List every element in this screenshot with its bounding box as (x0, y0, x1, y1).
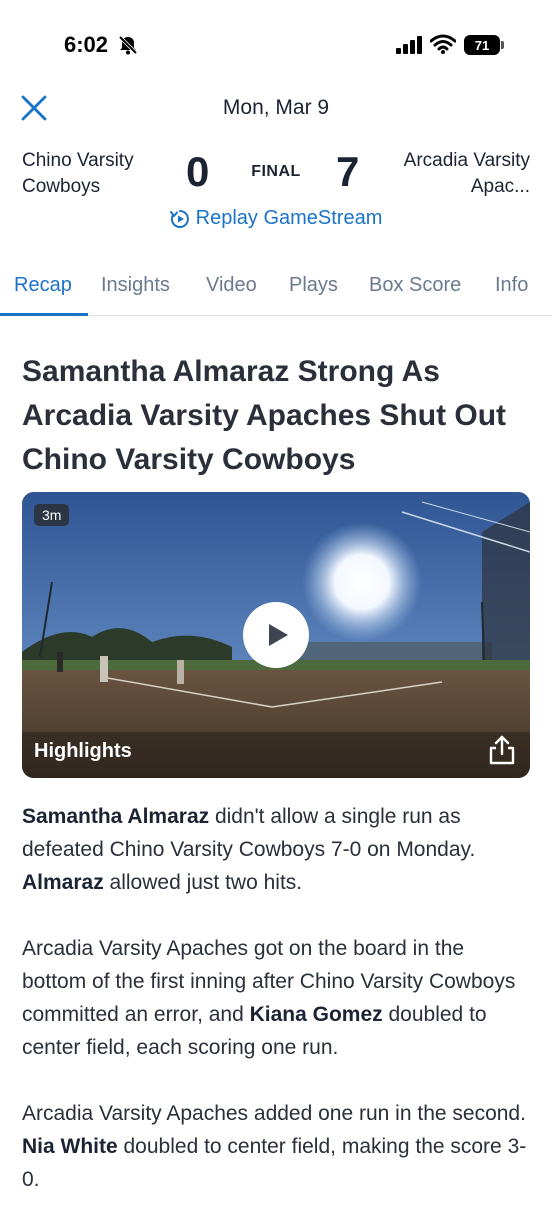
tab-insights[interactable]: Insights (101, 274, 170, 297)
tab-info[interactable]: Info (495, 274, 528, 297)
home-team-score: 0 (186, 148, 210, 195)
tab-box-score[interactable]: Box Score (369, 274, 461, 297)
wifi-icon (430, 34, 456, 54)
battery-indicator: 71 (464, 35, 504, 55)
player-link[interactable]: Samantha Almaraz (22, 805, 209, 828)
article-paragraph: Arcadia Varsity Apaches got on the board… (22, 932, 534, 1064)
replay-icon (169, 209, 189, 228)
tab-video[interactable]: Video (206, 274, 257, 297)
tab-bar: Recap Insights Video Plays Box Score Inf… (0, 262, 552, 316)
paragraph-text: Arcadia Varsity Apaches added one run in… (22, 1102, 526, 1125)
tab-recap[interactable]: Recap (14, 274, 72, 297)
away-team-score: 7 (336, 148, 360, 195)
article-paragraph: Samantha Almaraz didn't allow a single r… (22, 800, 534, 899)
article-headline: Samantha Almaraz Strong As Arcadia Varsi… (22, 355, 507, 476)
battery-level: 71 (464, 35, 500, 55)
tab-plays[interactable]: Plays (289, 274, 338, 297)
replay-gamestream-link[interactable]: Replay GameStream (0, 207, 552, 230)
player-link[interactable]: Nia White (22, 1135, 118, 1158)
home-team-name[interactable]: Chino Varsity Cowboys (22, 148, 182, 200)
clock: 6:02 (64, 32, 109, 57)
battery-cap (501, 41, 504, 49)
player-link[interactable]: Almaraz (22, 871, 104, 894)
highlights-video[interactable]: 3m Highlights (22, 492, 530, 778)
game-status: FINAL (251, 163, 301, 180)
replay-label: Replay GameStream (195, 207, 383, 229)
active-tab-indicator (0, 313, 88, 316)
status-bar: 6:02 71 (0, 0, 552, 80)
article-paragraph: Arcadia Varsity Apaches added one run in… (22, 1097, 534, 1196)
away-team-name[interactable]: Arcadia Varsity Apac... (360, 148, 530, 200)
video-title: Highlights (34, 740, 132, 762)
article-body: Samantha Almaraz didn't allow a single r… (22, 800, 534, 1229)
game-date: Mon, Mar 9 (222, 96, 330, 119)
player-link[interactable]: Kiana Gomez (250, 1003, 383, 1026)
paragraph-text: allowed just two hits. (103, 871, 303, 894)
video-duration-badge: 3m (34, 504, 70, 526)
play-icon (269, 624, 288, 646)
play-button[interactable] (243, 602, 309, 668)
cellular-signal-icon (396, 36, 422, 54)
share-icon[interactable] (486, 734, 518, 766)
bell-slash-icon (118, 35, 138, 55)
